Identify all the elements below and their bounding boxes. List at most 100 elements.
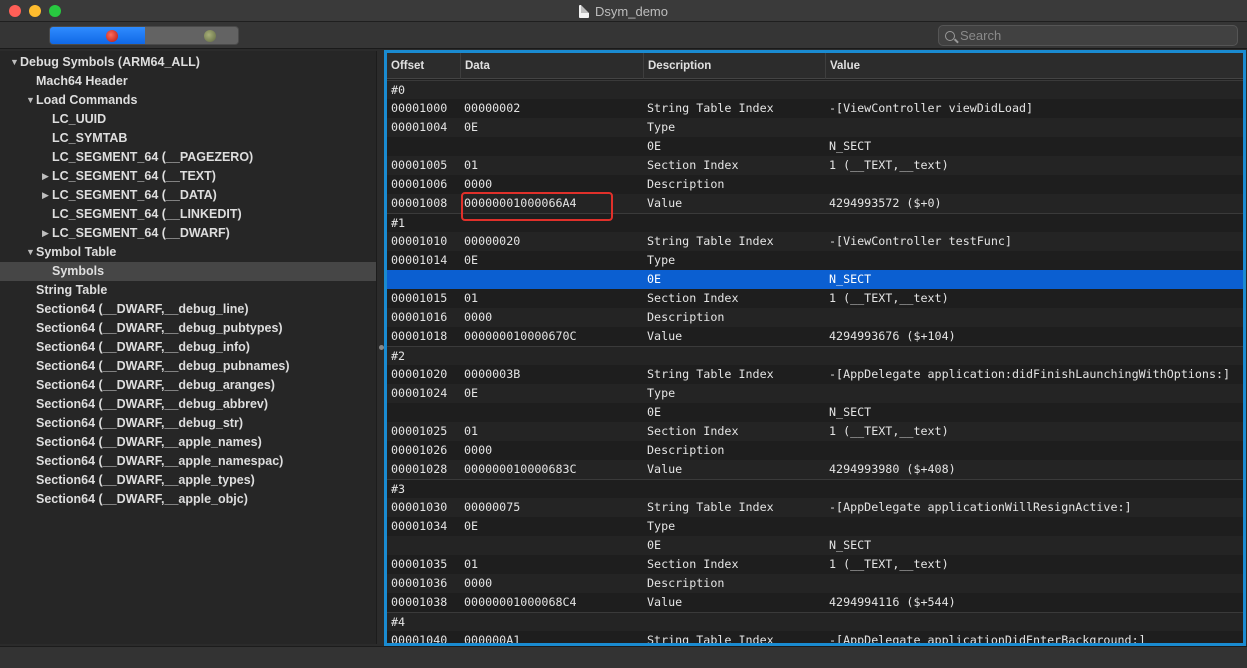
- cell-description: Description: [647, 576, 725, 590]
- table-row[interactable]: 00001005 01 Section Index 1 (__TEXT,__text): [387, 156, 1243, 175]
- search-input[interactable]: [960, 28, 1220, 43]
- table-group-row[interactable]: #3: [387, 479, 1243, 498]
- table-row[interactable]: 00001038 00000001000068C4 Value 4294994116 …: [387, 593, 1243, 612]
- table-row[interactable]: 00001025 01 Section Index 1 (__TEXT,__text): [387, 422, 1243, 441]
- sidebar-item[interactable]: Section64 (__DWARF,__apple_types): [0, 471, 376, 490]
- table-row[interactable]: 00001006 0000 Description: [387, 175, 1243, 194]
- table-row[interactable]: 00001040 000000A1 String Table Index -[AppD…: [387, 631, 1243, 646]
- cell-data: 00000001000066A4: [464, 196, 577, 210]
- cell-description: Section Index: [647, 557, 739, 571]
- sidebar-item-label: Section64 (__DWARF,__apple_names): [36, 435, 262, 449]
- table-group-row[interactable]: #0: [387, 80, 1243, 99]
- cell-offset: #3: [391, 482, 406, 496]
- cell-value: 4294994116 ($+544): [829, 595, 956, 609]
- sidebar-item[interactable]: ▼ Load Commands: [0, 91, 376, 110]
- table-row[interactable]: 00001008 00000001000066A4 Value 4294993572 …: [387, 194, 1243, 213]
- cell-description: Type: [647, 386, 676, 400]
- column-header[interactable]: Value: [825, 53, 1243, 79]
- disclosure-open-icon[interactable]: ▼: [26, 243, 35, 262]
- bug-icon: [204, 30, 216, 42]
- table-row[interactable]: 00001014 0E Type: [387, 251, 1243, 270]
- column-header[interactable]: Description: [643, 53, 825, 79]
- sidebar-item[interactable]: LC_SYMTAB: [0, 129, 376, 148]
- disclosure-closed-icon[interactable]: ▶: [42, 186, 49, 205]
- column-header[interactable]: Offset: [387, 53, 460, 79]
- cell-description: Section Index: [647, 291, 739, 305]
- table-row[interactable]: 0E N_SECT: [387, 137, 1243, 156]
- status-bar: [0, 646, 1247, 668]
- cell-data: 0E: [464, 253, 479, 267]
- table-row[interactable]: 00001036 0000 Description: [387, 574, 1243, 593]
- sidebar-item[interactable]: Section64 (__DWARF,__debug_str): [0, 414, 376, 433]
- disclosure-closed-icon[interactable]: ▶: [42, 167, 49, 186]
- sidebar-item[interactable]: LC_UUID: [0, 110, 376, 129]
- cell-value: -[AppDelegate application:didFinishLaunc…: [829, 367, 1231, 381]
- table-row[interactable]: 00001020 0000003B String Table Index -[AppD…: [387, 365, 1243, 384]
- sidebar-item[interactable]: LC_SEGMENT_64 (__LINKEDIT): [0, 205, 376, 224]
- table-row[interactable]: 00001034 0E Type: [387, 517, 1243, 536]
- table-row[interactable]: 00001030 00000075 String Table Index -[AppD…: [387, 498, 1243, 517]
- table-row[interactable]: 0E N_SECT: [387, 270, 1243, 289]
- view-mode-segmented-control[interactable]: [49, 26, 239, 45]
- cell-data: 0000: [464, 310, 493, 324]
- cell-data: 01: [464, 557, 479, 571]
- table-row[interactable]: 00001035 01 Section Index 1 (__TEXT,__text): [387, 555, 1243, 574]
- title-bar: Dsym_demo: [0, 0, 1247, 22]
- sidebar-item[interactable]: Section64 (__DWARF,__apple_objc): [0, 490, 376, 509]
- cell-description: 0E: [647, 272, 662, 286]
- cell-data: 0000: [464, 576, 493, 590]
- sidebar-item[interactable]: Section64 (__DWARF,__debug_aranges): [0, 376, 376, 395]
- table-group-row[interactable]: #4: [387, 612, 1243, 631]
- sidebar-item[interactable]: Section64 (__DWARF,__debug_pubtypes): [0, 319, 376, 338]
- sidebar-item[interactable]: ▼ Symbol Table: [0, 243, 376, 262]
- sidebar-item-label: Section64 (__DWARF,__debug_str): [36, 416, 243, 430]
- sidebar-item[interactable]: LC_SEGMENT_64 (__PAGEZERO): [0, 148, 376, 167]
- table-row[interactable]: 00001024 0E Type: [387, 384, 1243, 403]
- sidebar-item[interactable]: ▶ LC_SEGMENT_64 (__DATA): [0, 186, 376, 205]
- table-group-row[interactable]: #2: [387, 346, 1243, 365]
- table-row[interactable]: 00001004 0E Type: [387, 118, 1243, 137]
- sidebar-item[interactable]: Section64 (__DWARF,__debug_pubnames): [0, 357, 376, 376]
- sidebar-item[interactable]: Section64 (__DWARF,__apple_namespac): [0, 452, 376, 471]
- table-row[interactable]: 0E N_SECT: [387, 403, 1243, 422]
- column-header[interactable]: Data: [460, 53, 643, 79]
- cell-value: 1 (__TEXT,__text): [829, 158, 949, 172]
- disclosure-open-icon[interactable]: ▼: [26, 91, 35, 110]
- cell-offset: 00001026: [391, 443, 448, 457]
- sidebar-item-label: LC_SYMTAB: [52, 131, 128, 145]
- cell-value: -[ViewController testFunc]: [829, 234, 1012, 248]
- sidebar-item[interactable]: ▶ LC_SEGMENT_64 (__DWARF): [0, 224, 376, 243]
- cell-offset: 00001030: [391, 500, 448, 514]
- disclosure-open-icon[interactable]: ▼: [10, 53, 19, 72]
- cell-data: 01: [464, 291, 479, 305]
- cell-offset: #2: [391, 349, 406, 363]
- cell-data: 00000020: [464, 234, 521, 248]
- table-row[interactable]: 0E N_SECT: [387, 536, 1243, 555]
- segment-raw[interactable]: [50, 27, 145, 44]
- cell-description: String Table Index: [647, 367, 774, 381]
- sidebar-item[interactable]: Section64 (__DWARF,__debug_info): [0, 338, 376, 357]
- table-row[interactable]: 00001028 000000010000683C Value 4294993980 …: [387, 460, 1243, 479]
- sidebar-item[interactable]: Section64 (__DWARF,__debug_abbrev): [0, 395, 376, 414]
- table-row[interactable]: 00001000 00000002 String Table Index -[View…: [387, 99, 1243, 118]
- sidebar-item[interactable]: ▶ LC_SEGMENT_64 (__TEXT): [0, 167, 376, 186]
- cell-value: -[AppDelegate applicationDidEnterBackgro…: [829, 633, 1146, 646]
- cell-description: Type: [647, 120, 676, 134]
- sidebar-item[interactable]: String Table: [0, 281, 376, 300]
- table-row[interactable]: 00001016 0000 Description: [387, 308, 1243, 327]
- sidebar-item[interactable]: Section64 (__DWARF,__debug_line): [0, 300, 376, 319]
- disclosure-closed-icon[interactable]: ▶: [42, 224, 49, 243]
- sidebar-item[interactable]: Symbols: [0, 262, 376, 281]
- sidebar-item[interactable]: Mach64 Header: [0, 72, 376, 91]
- segment-rva[interactable]: [145, 27, 238, 44]
- search-field[interactable]: [938, 25, 1238, 46]
- cell-description: Type: [647, 253, 676, 267]
- table-row[interactable]: 00001026 0000 Description: [387, 441, 1243, 460]
- table-group-row[interactable]: #1: [387, 213, 1243, 232]
- sidebar-item[interactable]: ▼ Debug Symbols (ARM64_ALL): [0, 53, 376, 72]
- table-row[interactable]: 00001010 00000020 String Table Index -[View…: [387, 232, 1243, 251]
- cell-description: String Table Index: [647, 633, 774, 646]
- table-row[interactable]: 00001018 000000010000670C Value 4294993676 …: [387, 327, 1243, 346]
- table-row[interactable]: 00001015 01 Section Index 1 (__TEXT,__text): [387, 289, 1243, 308]
- sidebar-item[interactable]: Section64 (__DWARF,__apple_names): [0, 433, 376, 452]
